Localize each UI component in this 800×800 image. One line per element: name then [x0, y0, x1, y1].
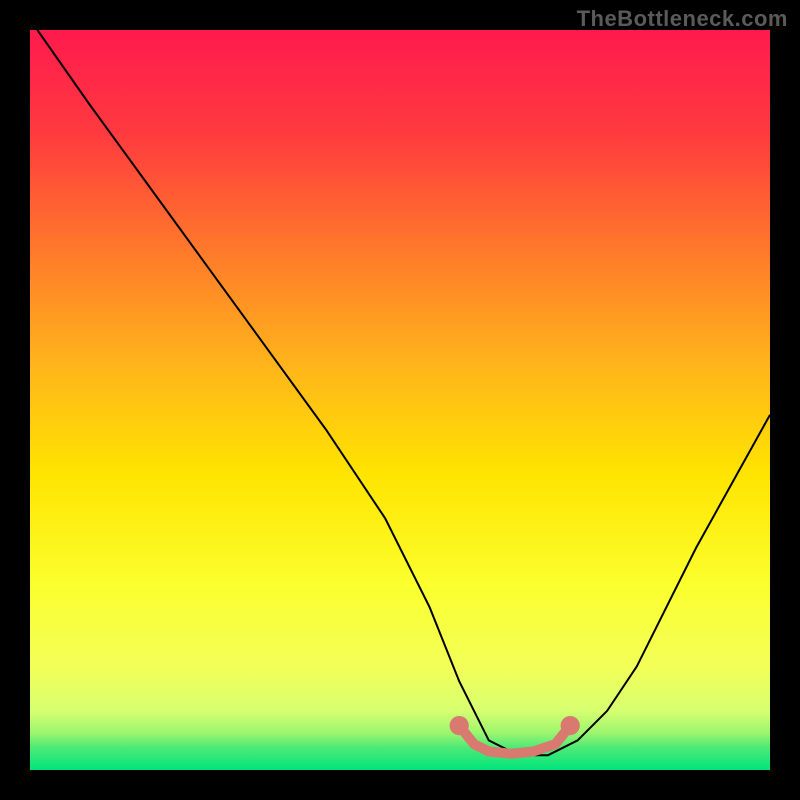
gradient-background [30, 30, 770, 770]
optimal-range-endpoint [450, 716, 469, 735]
bottleneck-chart [30, 30, 770, 770]
watermark-label: TheBottleneck.com [577, 6, 788, 32]
optimal-range-endpoint [561, 716, 580, 735]
chart-svg [30, 30, 770, 770]
